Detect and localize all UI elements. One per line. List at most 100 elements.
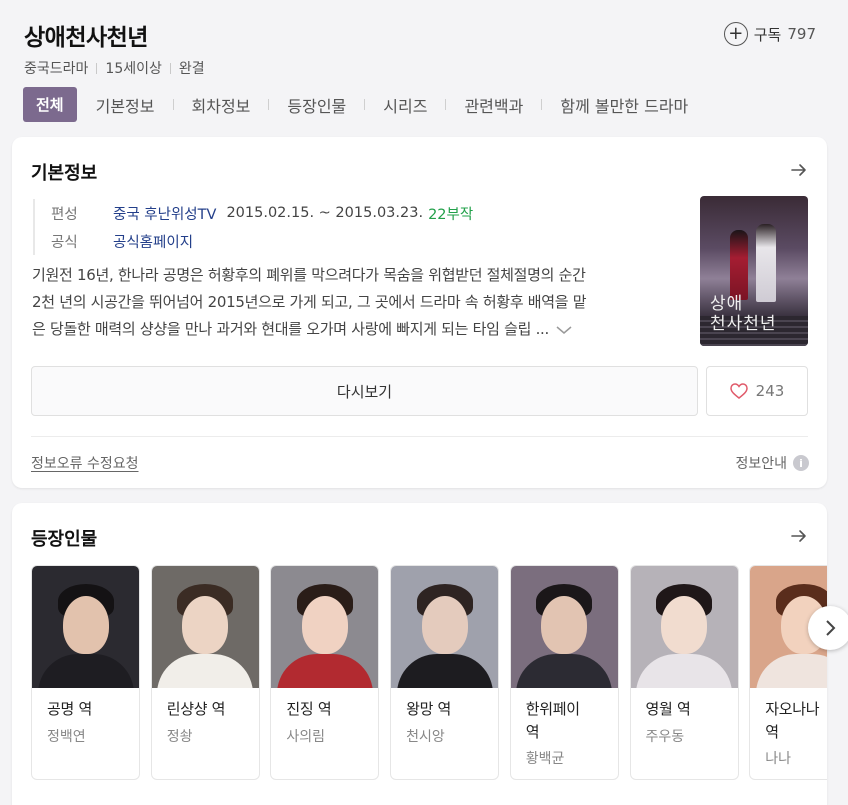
arrow-right-icon[interactable] bbox=[789, 526, 809, 546]
official-homepage-link[interactable]: 공식홈페이지 bbox=[113, 231, 193, 252]
cast-list: 공명 역 정백연 린샹샹 역 정솽 진징 역 사의림 왕망 역 천시앙 한위페이 역 황백균 영월 역… bbox=[31, 565, 827, 805]
actor-name[interactable]: 사의림 bbox=[286, 726, 325, 746]
info-guide-button[interactable]: 정보안내 i bbox=[735, 453, 809, 473]
poster-title-line: 천사천년 bbox=[710, 314, 777, 334]
actor-photo-face bbox=[661, 596, 707, 654]
cast-member[interactable]: 한위페이역황백균 bbox=[509, 565, 619, 780]
actor-photo bbox=[271, 566, 379, 688]
tab-all[interactable]: 전체 bbox=[23, 87, 77, 122]
tab-basic-info[interactable]: 기본정보 bbox=[94, 93, 157, 117]
actor-photo-face bbox=[541, 596, 588, 654]
character-role-line: 린샹샹 역 bbox=[166, 700, 226, 718]
header: 상애천사천년 + 구독 797 중국드라마 15세이상 완결 전체 기본정보 회… bbox=[0, 0, 848, 137]
actor-name[interactable]: 황백균 bbox=[526, 748, 565, 768]
tab-separator bbox=[364, 99, 366, 110]
cast-member[interactable]: 자오나나 역나나 bbox=[749, 565, 827, 780]
tab-recommended-dramas[interactable]: 함께 볼만한 드라마 bbox=[558, 93, 690, 117]
character-role-line: 공명 역 bbox=[47, 700, 92, 718]
cast-member[interactable]: 공명 역정백연 bbox=[31, 565, 140, 780]
poster-title-line: 상애 bbox=[710, 294, 744, 314]
synopsis-line: 은 당돌한 매력의 샹샹을 만나 과거와 현대를 오가며 사랑에 빠지게 되는 … bbox=[32, 316, 662, 343]
broadcast-row: 편성 중국 후난위성TV 2015.02.15. ~ 2015.03.23. 2… bbox=[51, 199, 473, 227]
tab-cast[interactable]: 등장인물 bbox=[285, 93, 348, 117]
tab-related-encyclopedia[interactable]: 관련백과 bbox=[462, 93, 525, 117]
meta-separator bbox=[96, 62, 98, 74]
info-guide-label: 정보안내 bbox=[735, 456, 787, 472]
divider bbox=[31, 436, 808, 437]
character-role-line: 한위페이 bbox=[525, 700, 580, 718]
heart-icon bbox=[729, 383, 748, 399]
actor-photo-body bbox=[37, 654, 134, 688]
actor-photo bbox=[151, 566, 259, 688]
cast-member[interactable]: 왕망 역천시앙 bbox=[390, 565, 500, 780]
chevron-right-icon bbox=[826, 620, 836, 636]
actor-photo-face bbox=[182, 596, 229, 654]
character-role: 영월 역 bbox=[646, 698, 732, 721]
actor-name[interactable]: 천시앙 bbox=[406, 726, 445, 746]
like-count: 243 bbox=[755, 382, 785, 400]
chevron-down-icon[interactable] bbox=[555, 324, 573, 336]
meta-rating: 15세이상 bbox=[105, 61, 162, 77]
actor-photo bbox=[510, 566, 618, 688]
character-role: 한위페이역 bbox=[526, 698, 612, 744]
cast-title[interactable]: 등장인물 bbox=[31, 525, 97, 551]
tab-separator bbox=[268, 99, 270, 110]
poster-figure bbox=[730, 230, 748, 300]
poster-figure bbox=[756, 224, 776, 302]
character-role-line: 진징 역 bbox=[286, 700, 332, 718]
page-title: 상애천사천년 bbox=[24, 25, 148, 51]
actor-name[interactable]: 나나 bbox=[765, 748, 791, 768]
episode-count: 22부작 bbox=[428, 206, 474, 223]
subscribe-button[interactable]: + 구독 797 bbox=[723, 22, 816, 46]
character-role-line: 역 bbox=[525, 723, 540, 741]
actor-name[interactable]: 정솽 bbox=[167, 726, 193, 746]
character-role-line: 왕망 역 bbox=[406, 700, 452, 718]
actor-photo-body bbox=[636, 654, 732, 688]
meta-status: 완결 bbox=[178, 61, 205, 77]
official-row: 공식 공식홈페이지 bbox=[51, 227, 473, 255]
actor-name[interactable]: 주우동 bbox=[646, 726, 685, 746]
tab-separator bbox=[445, 99, 447, 110]
official-label: 공식 bbox=[51, 234, 78, 251]
broadcaster-link[interactable]: 중국 후난위성TV bbox=[113, 203, 216, 224]
character-role: 자오나나 역 bbox=[765, 698, 827, 744]
cast-member[interactable]: 진징 역사의림 bbox=[270, 565, 380, 780]
synopsis-line: 2천 년의 시공간을 뛰어넘어 2015년으로 가게 되고, 그 곳에서 드라마… bbox=[32, 293, 587, 311]
character-role-line: 영월 역 bbox=[645, 700, 691, 718]
tab-series[interactable]: 시리즈 bbox=[381, 93, 429, 117]
poster-image[interactable]: 상애 천사천년 bbox=[700, 196, 808, 346]
character-role: 공명 역 bbox=[47, 698, 133, 721]
next-button[interactable] bbox=[808, 606, 848, 650]
character-role-line: 자오나나 bbox=[765, 700, 820, 718]
synopsis-line-text: 은 당돌한 매력의 샹샹을 만나 과거와 현대를 오가며 사랑에 빠지게 되는 … bbox=[32, 320, 549, 338]
info-icon: i bbox=[793, 455, 809, 471]
actor-name[interactable]: 정백연 bbox=[47, 726, 86, 746]
actor-photo bbox=[32, 566, 139, 688]
subscribe-count: 797 bbox=[787, 25, 816, 43]
actor-photo-face bbox=[421, 596, 468, 654]
meta-genre: 중국드라마 bbox=[24, 61, 89, 77]
subscribe-label: 구독 bbox=[753, 25, 782, 44]
arrow-right-icon[interactable] bbox=[789, 160, 809, 180]
actor-photo-body bbox=[276, 654, 373, 688]
actor-photo-face bbox=[62, 596, 109, 654]
actor-photo-body bbox=[755, 654, 827, 688]
character-role: 린샹샹 역 bbox=[167, 698, 253, 721]
tab-separator bbox=[172, 99, 174, 110]
actor-photo-body bbox=[157, 654, 254, 688]
report-error-link[interactable]: 정보오류 수정요청 bbox=[31, 453, 139, 473]
actor-photo-face bbox=[301, 596, 348, 654]
meta-separator bbox=[169, 62, 171, 74]
actor-photo bbox=[630, 566, 738, 688]
poster-title: 상애 천사천년 bbox=[710, 294, 777, 334]
cast-member[interactable]: 린샹샹 역정솽 bbox=[150, 565, 260, 780]
cast-member[interactable]: 영월 역주우동 bbox=[629, 565, 739, 780]
like-button[interactable]: 243 bbox=[706, 366, 808, 416]
basic-info-title[interactable]: 기본정보 bbox=[31, 159, 97, 185]
tab-bar: 전체 기본정보 회차정보 등장인물 시리즈 관련백과 함께 볼만한 드라마 bbox=[23, 87, 690, 122]
synopsis[interactable]: 기원전 16년, 한나라 공명은 허황후의 폐위를 막으려다가 목숨을 위협받던… bbox=[32, 262, 662, 343]
rewatch-button[interactable]: 다시보기 bbox=[31, 366, 698, 416]
character-role: 왕망 역 bbox=[406, 698, 492, 721]
tab-episode-info[interactable]: 회차정보 bbox=[190, 93, 253, 117]
info-list: 편성 중국 후난위성TV 2015.02.15. ~ 2015.03.23. 2… bbox=[33, 199, 473, 255]
